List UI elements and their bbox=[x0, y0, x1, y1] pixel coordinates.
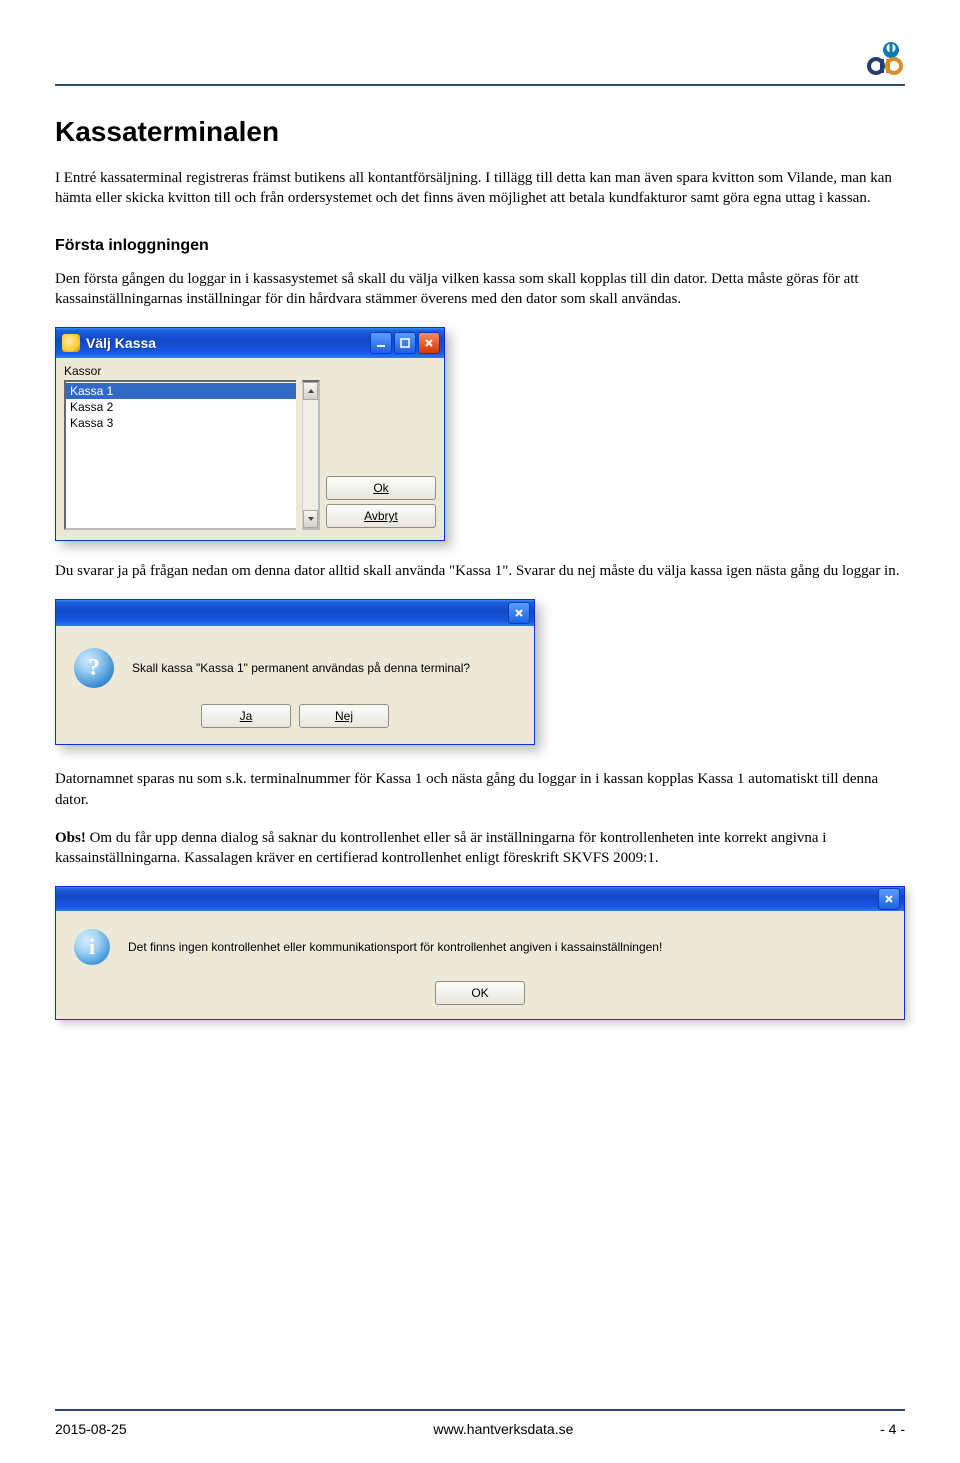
app-icon bbox=[62, 334, 80, 352]
confirm-message: Skall kassa "Kassa 1" permanent användas… bbox=[132, 661, 470, 675]
window-title: Välj Kassa bbox=[86, 335, 370, 351]
scroll-up-button[interactable] bbox=[303, 382, 318, 400]
confirm-intro-paragraph: Du svarar ja på frågan nedan om denna da… bbox=[55, 561, 905, 581]
first-login-paragraph: Den första gången du loggar in i kassasy… bbox=[55, 269, 905, 310]
listbox-scrollbar[interactable] bbox=[302, 380, 320, 530]
question-icon: ? bbox=[74, 648, 114, 688]
nej-button[interactable]: Nej bbox=[299, 704, 389, 728]
list-item[interactable]: Kassa 3 bbox=[66, 415, 296, 431]
avbryt-button[interactable]: Avbryt bbox=[326, 504, 436, 528]
kassor-group-label: Kassor bbox=[64, 364, 436, 378]
kassor-listbox[interactable]: Kassa 1 Kassa 2 Kassa 3 bbox=[64, 380, 296, 530]
info-close-button[interactable] bbox=[878, 888, 900, 910]
confirm-dialog: ? Skall kassa "Kassa 1" permanent använd… bbox=[55, 599, 535, 745]
select-kassa-window: Välj Kassa Kassor Kassa 1 Kassa bbox=[55, 327, 445, 541]
obs-text: Om du får upp denna dialog så saknar du … bbox=[55, 830, 826, 866]
footer-page: - 4 - bbox=[880, 1421, 905, 1437]
maximize-button[interactable] bbox=[394, 332, 416, 354]
close-button[interactable] bbox=[418, 332, 440, 354]
info-titlebar bbox=[56, 887, 904, 911]
confirm-close-button[interactable] bbox=[508, 602, 530, 624]
info-message: Det finns ingen kontrollenhet eller komm… bbox=[128, 940, 662, 954]
footer-url: www.hantverksdata.se bbox=[433, 1421, 573, 1437]
info-dialog: i Det finns ingen kontrollenhet eller ko… bbox=[55, 886, 905, 1020]
window-titlebar: Välj Kassa bbox=[56, 328, 444, 358]
footer-divider bbox=[55, 1409, 905, 1411]
scroll-track[interactable] bbox=[303, 400, 318, 510]
minimize-button[interactable] bbox=[370, 332, 392, 354]
footer-date: 2015-08-25 bbox=[55, 1421, 127, 1437]
list-item[interactable]: Kassa 1 bbox=[66, 383, 296, 399]
ok-button[interactable]: Ok bbox=[326, 476, 436, 500]
obs-label: Obs! bbox=[55, 830, 86, 846]
page-footer: 2015-08-25 www.hantverksdata.se - 4 - bbox=[55, 1421, 905, 1437]
scroll-down-button[interactable] bbox=[303, 510, 318, 528]
page-title: Kassaterminalen bbox=[55, 116, 905, 148]
info-ok-button[interactable]: OK bbox=[435, 981, 525, 1005]
list-item[interactable]: Kassa 2 bbox=[66, 399, 296, 415]
section-first-login: Första inloggningen bbox=[55, 237, 905, 255]
confirm-titlebar bbox=[56, 600, 534, 626]
brand-logo bbox=[861, 40, 905, 76]
intro-paragraph: I Entré kassaterminal registreras främst… bbox=[55, 168, 905, 209]
obs-paragraph: Obs! Om du får upp denna dialog så sakna… bbox=[55, 828, 905, 869]
ja-button[interactable]: Ja bbox=[201, 704, 291, 728]
info-icon: i bbox=[74, 929, 110, 965]
header-divider bbox=[55, 84, 905, 86]
after-confirm-paragraph: Datornamnet sparas nu som s.k. terminaln… bbox=[55, 769, 905, 810]
